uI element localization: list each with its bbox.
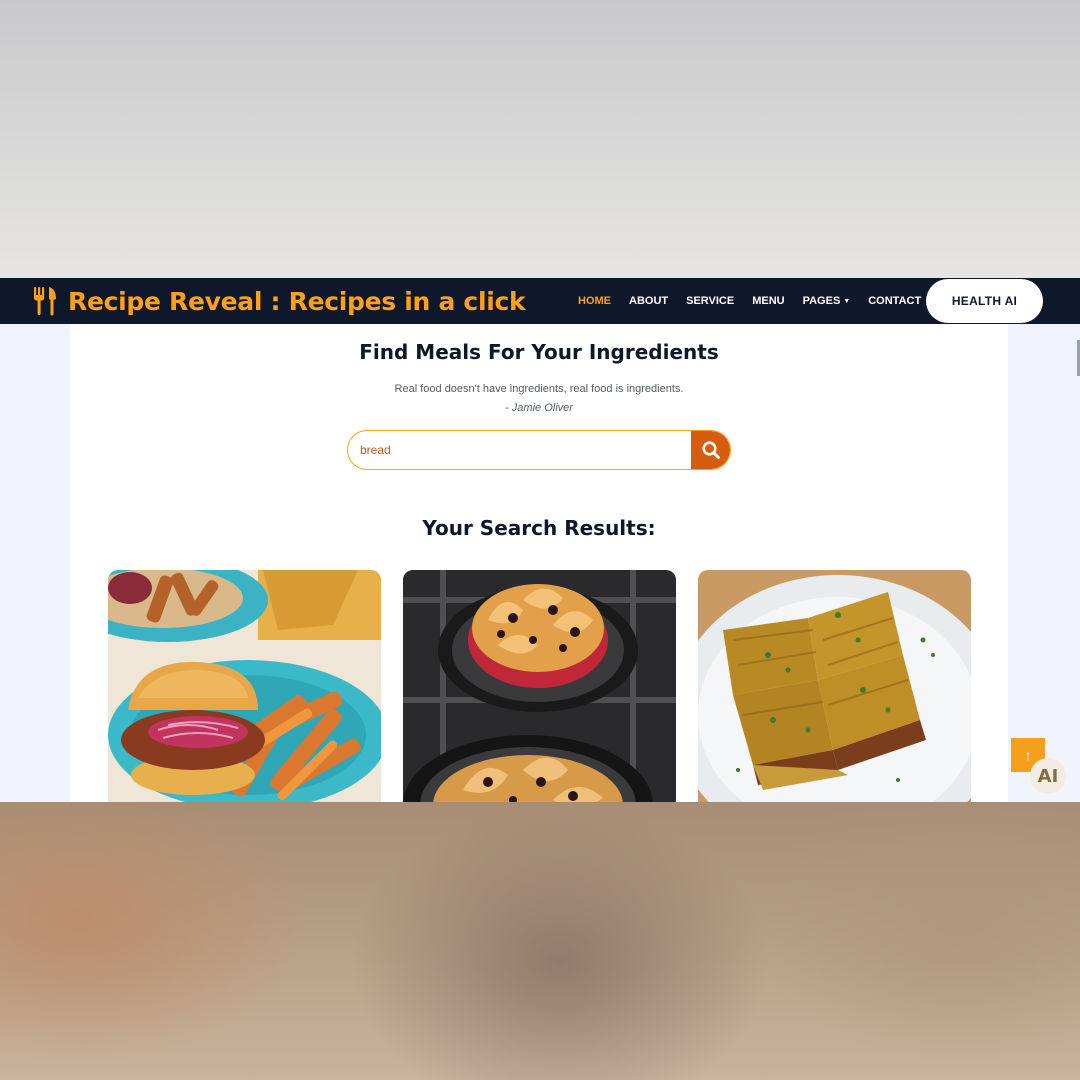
search-icon bbox=[701, 441, 720, 459]
recipe-card[interactable] bbox=[403, 570, 676, 802]
recipe-image-sloppy-joe bbox=[108, 570, 381, 802]
results-heading: Your Search Results: bbox=[422, 516, 656, 540]
quote-text: Real food doesn't have ingredients, real… bbox=[394, 383, 684, 395]
nav-item-pages[interactable]: PAGES ▼ bbox=[803, 295, 851, 307]
nav-item-home[interactable]: HOME bbox=[578, 295, 611, 307]
page-title: Find Meals For Your Ingredients bbox=[359, 340, 719, 364]
brand-title: Recipe Reveal : Recipes in a click bbox=[68, 286, 526, 316]
nav-item-label: ABOUT bbox=[629, 295, 669, 307]
quote-author: - Jamie Oliver bbox=[505, 402, 573, 414]
nav-item-label: SERVICE bbox=[686, 295, 735, 307]
nav-item-menu[interactable]: MENU bbox=[752, 295, 784, 307]
recipe-image-bread-toast bbox=[698, 570, 971, 802]
brand-logo[interactable]: Recipe Reveal : Recipes in a click bbox=[32, 284, 526, 318]
nav-item-label: MENU bbox=[752, 295, 785, 307]
search-input[interactable] bbox=[348, 431, 691, 469]
search-button[interactable] bbox=[691, 431, 730, 469]
arrow-up-icon: ↑ bbox=[1024, 747, 1032, 763]
search-bar bbox=[347, 430, 731, 470]
photo-frame-bottom bbox=[0, 802, 1080, 1080]
utensils-icon bbox=[34, 287, 56, 316]
caret-down-icon: ▼ bbox=[843, 297, 851, 305]
nav-menu: HOME ABOUT SERVICE MENU PAGES ▼ CONTACT bbox=[578, 278, 939, 324]
recipe-card[interactable] bbox=[698, 570, 971, 802]
nav-item-about[interactable]: ABOUT bbox=[629, 295, 668, 307]
nav-item-service[interactable]: SERVICE bbox=[686, 295, 734, 307]
recipe-image-bread-pudding bbox=[403, 570, 676, 802]
main-content: Find Meals For Your Ingredients Real foo… bbox=[70, 324, 1008, 802]
nav-item-label: PAGES bbox=[802, 295, 841, 307]
browser-screen: Recipe Reveal : Recipes in a click HOME … bbox=[0, 278, 1080, 802]
navbar: Recipe Reveal : Recipes in a click HOME … bbox=[0, 278, 1080, 324]
nav-item-label: CONTACT bbox=[868, 295, 922, 307]
ai-assistant-badge[interactable]: AI bbox=[1030, 758, 1066, 794]
health-ai-button[interactable]: HEALTH AI bbox=[926, 279, 1043, 323]
nav-item-label: HOME bbox=[578, 295, 611, 307]
recipe-card[interactable] bbox=[108, 570, 381, 802]
photo-frame-top bbox=[0, 0, 1080, 278]
nav-item-contact[interactable]: CONTACT bbox=[868, 295, 921, 307]
